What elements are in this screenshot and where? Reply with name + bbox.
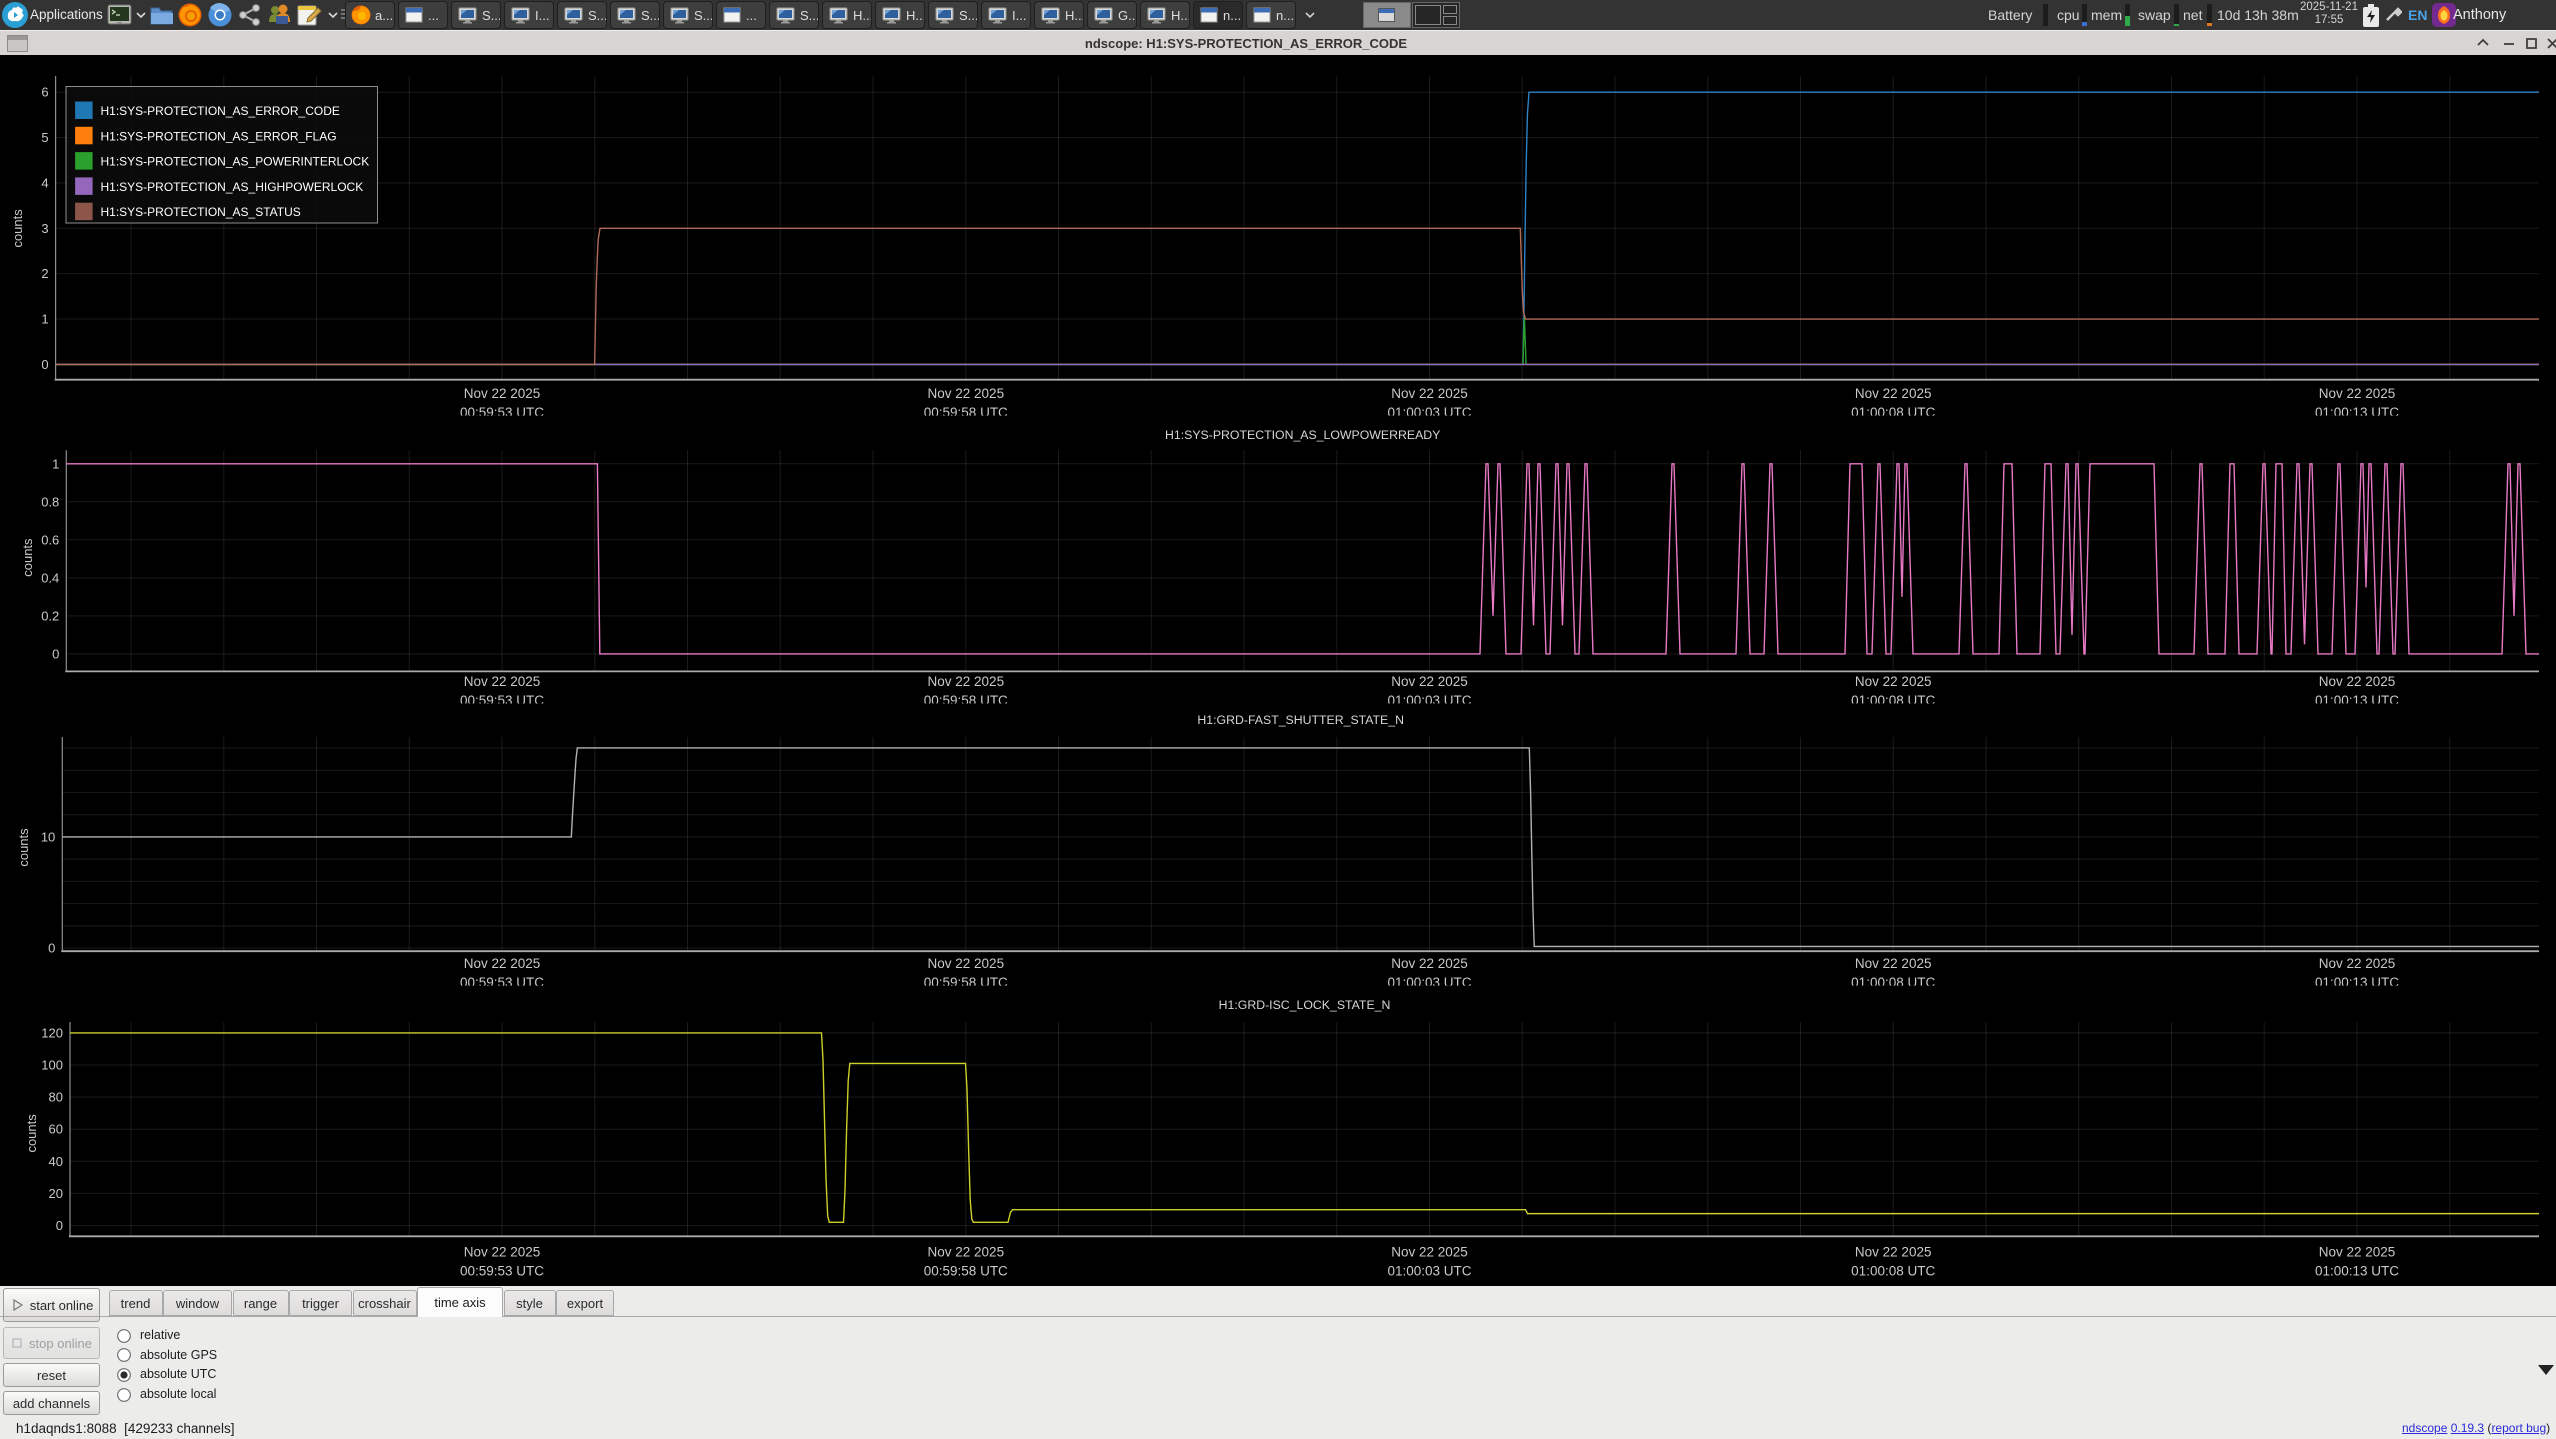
svg-text:counts: counts	[20, 538, 35, 577]
svg-text:100: 100	[41, 1058, 63, 1073]
svg-text:Nov 22 2025: Nov 22 2025	[464, 1245, 541, 1260]
svg-text:Nov 22 2025: Nov 22 2025	[464, 956, 541, 971]
svg-text:00:59:58 UTC: 00:59:58 UTC	[924, 1264, 1008, 1279]
svg-text:Nov 22 2025: Nov 22 2025	[2319, 674, 2396, 689]
svg-text:01:00:03 UTC: 01:00:03 UTC	[1387, 1264, 1471, 1279]
svg-text:2: 2	[41, 266, 48, 281]
svg-text:60: 60	[49, 1122, 63, 1137]
svg-text:H1:GRD-ISC_LOCK_STATE_N: H1:GRD-ISC_LOCK_STATE_N	[1219, 998, 1391, 1012]
svg-text:Nov 22 2025: Nov 22 2025	[928, 674, 1005, 689]
svg-text:counts: counts	[24, 1114, 39, 1153]
svg-text:Nov 22 2025: Nov 22 2025	[1391, 1245, 1468, 1260]
svg-text:H1:SYS-PROTECTION_AS_LOWPOWERR: H1:SYS-PROTECTION_AS_LOWPOWERREADY	[1165, 428, 1440, 442]
svg-text:Nov 22 2025: Nov 22 2025	[1391, 674, 1468, 689]
svg-text:0.6: 0.6	[41, 532, 59, 547]
svg-text:H1:GRD-FAST_SHUTTER_STATE_N: H1:GRD-FAST_SHUTTER_STATE_N	[1197, 713, 1404, 727]
svg-text:Nov 22 2025: Nov 22 2025	[1855, 674, 1932, 689]
svg-text:6: 6	[41, 85, 48, 100]
svg-text:01:00:13 UTC: 01:00:13 UTC	[2315, 1264, 2399, 1279]
svg-text:Nov 22 2025: Nov 22 2025	[928, 956, 1005, 971]
svg-text:20: 20	[49, 1186, 63, 1201]
svg-text:Nov 22 2025: Nov 22 2025	[464, 386, 541, 401]
svg-text:00:59:53 UTC: 00:59:53 UTC	[460, 1264, 544, 1279]
svg-text:H1:SYS-PROTECTION_AS_STATUS: H1:SYS-PROTECTION_AS_STATUS	[101, 205, 301, 219]
svg-text:Nov 22 2025: Nov 22 2025	[928, 386, 1005, 401]
svg-text:4: 4	[41, 175, 48, 190]
svg-text:Nov 22 2025: Nov 22 2025	[1855, 1245, 1932, 1260]
svg-text:Nov 22 2025: Nov 22 2025	[928, 1245, 1005, 1260]
svg-text:120: 120	[41, 1025, 63, 1040]
svg-text:0.4: 0.4	[41, 570, 59, 585]
svg-text:3: 3	[41, 221, 48, 236]
svg-text:40: 40	[49, 1154, 63, 1169]
svg-text:10: 10	[41, 829, 55, 844]
svg-text:01:00:08 UTC: 01:00:08 UTC	[1851, 1264, 1935, 1279]
svg-text:Nov 22 2025: Nov 22 2025	[1391, 956, 1468, 971]
svg-text:counts: counts	[10, 209, 25, 248]
svg-text:H1:SYS-PROTECTION_AS_ERROR_COD: H1:SYS-PROTECTION_AS_ERROR_CODE	[101, 104, 340, 118]
svg-text:0: 0	[52, 646, 59, 661]
svg-text:H1:SYS-PROTECTION_AS_ERROR_FLA: H1:SYS-PROTECTION_AS_ERROR_FLAG	[101, 129, 337, 143]
svg-text:1: 1	[52, 456, 59, 471]
svg-text:0: 0	[41, 357, 48, 372]
svg-text:counts: counts	[16, 828, 31, 867]
svg-text:H1:SYS-PROTECTION_AS_HIGHPOWER: H1:SYS-PROTECTION_AS_HIGHPOWERLOCK	[101, 180, 364, 194]
svg-text:Nov 22 2025: Nov 22 2025	[1391, 386, 1468, 401]
svg-text:5: 5	[41, 130, 48, 145]
svg-text:Nov 22 2025: Nov 22 2025	[2319, 1245, 2396, 1260]
svg-text:Nov 22 2025: Nov 22 2025	[2319, 386, 2396, 401]
svg-text:0.2: 0.2	[41, 608, 59, 623]
svg-text:Nov 22 2025: Nov 22 2025	[2319, 956, 2396, 971]
svg-text:Nov 22 2025: Nov 22 2025	[1855, 386, 1932, 401]
svg-text:H1:SYS-PROTECTION_AS_POWERINTE: H1:SYS-PROTECTION_AS_POWERINTERLOCK	[101, 155, 370, 169]
svg-text:Nov 22 2025: Nov 22 2025	[464, 674, 541, 689]
svg-text:0: 0	[56, 1218, 63, 1233]
svg-text:0: 0	[48, 941, 55, 956]
svg-text:0.8: 0.8	[41, 494, 59, 509]
svg-text:Nov 22 2025: Nov 22 2025	[1855, 956, 1932, 971]
svg-text:1: 1	[41, 312, 48, 327]
svg-text:80: 80	[49, 1090, 63, 1105]
